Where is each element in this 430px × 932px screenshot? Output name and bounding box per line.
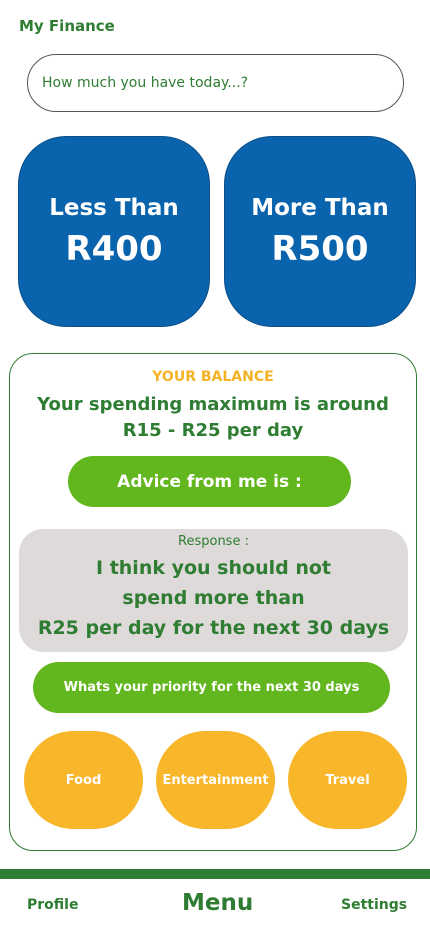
balance-label: YOUR BALANCE	[152, 369, 274, 385]
spending-line-1: Your spending maximum is around	[37, 394, 389, 415]
priority-button[interactable]: Whats your priority for the next 30 days	[33, 662, 390, 713]
less-than-label: Less Than	[49, 194, 179, 221]
nav-menu[interactable]: Menu	[182, 890, 253, 916]
less-than-amount: R400	[65, 228, 163, 269]
more-than-amount: R500	[271, 228, 369, 269]
less-than-r400-button[interactable]: Less Than R400	[18, 136, 210, 327]
advice-button[interactable]: Advice from me is :	[68, 456, 351, 507]
amount-input-container	[27, 54, 404, 112]
response-line-2: spend more than	[122, 587, 305, 609]
more-than-r500-button[interactable]: More Than R500	[224, 136, 416, 327]
category-food-button[interactable]: Food	[24, 731, 143, 829]
nav-divider	[0, 869, 430, 879]
spending-text: Your spending maximum is around R15 - R2…	[10, 392, 416, 444]
nav-settings[interactable]: Settings	[341, 897, 407, 913]
nav-profile[interactable]: Profile	[27, 897, 78, 913]
app-title: My Finance	[19, 17, 115, 35]
response-text: I think you should not spend more than R…	[19, 553, 408, 643]
response-line-1: I think you should not	[96, 557, 331, 579]
category-travel-button[interactable]: Travel	[288, 731, 407, 829]
response-label: Response :	[178, 534, 249, 549]
balance-card: YOUR BALANCE Your spending maximum is ar…	[9, 353, 417, 851]
response-box: Response : I think you should not spend …	[19, 529, 408, 652]
finance-app: My Finance Less Than R400 More Than R500…	[0, 0, 430, 932]
category-entertainment-button[interactable]: Entertainment	[156, 731, 275, 829]
amount-input[interactable]	[28, 55, 403, 111]
more-than-label: More Than	[251, 194, 389, 221]
response-line-3: R25 per day for the next 30 days	[37, 617, 390, 639]
spending-line-2: R15 - R25 per day	[122, 420, 304, 441]
